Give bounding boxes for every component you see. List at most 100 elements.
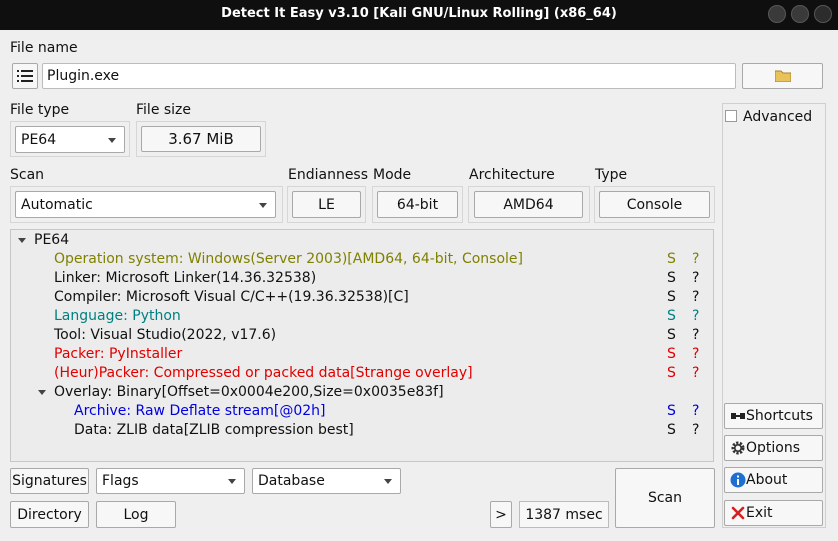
type-label: Type [595,167,628,183]
tree-item-text: Archive: Raw Deflate stream[@02h] [74,403,326,419]
signature-s-link[interactable]: S [667,422,676,438]
flags-label: Flags [102,473,139,489]
file-name-input[interactable]: Plugin.exe [42,63,736,89]
endianness-label: Endianness [288,167,369,183]
scan-button[interactable]: Scan [615,468,715,528]
exit-button[interactable]: Exit [724,500,823,526]
tree-item-text: Packer: PyInstaller [54,346,183,362]
signature-s-link[interactable]: S [667,327,676,343]
tree-item[interactable]: Language: Python S? [11,308,713,327]
tree-item[interactable]: Operation system: Windows(Server 2003)[A… [11,251,713,270]
tree-item-text: Tool: Visual Studio(2022, v17.6) [54,327,277,343]
folder-icon [775,70,791,82]
maximize-button[interactable] [791,5,809,23]
expand-caret-icon[interactable] [18,238,26,243]
chevron-down-icon [384,479,392,484]
scan-time: 1387 msec [519,501,609,528]
info-q-link[interactable]: ? [692,308,699,324]
architecture-button[interactable]: AMD64 [474,191,583,218]
result-tree[interactable]: PE64 Operation system: Windows(Server 20… [10,229,714,462]
exit-icon [731,506,745,520]
tree-item[interactable]: Compiler: Microsoft Visual C/C++(19.36.3… [11,289,713,308]
chevron-down-icon [108,138,116,143]
tree-root-label: PE64 [34,232,70,248]
title-bar: Detect It Easy v3.10 [Kali GNU/Linux Rol… [0,0,838,30]
tree-item-text: Operation system: Windows(Server 2003)[A… [54,251,523,267]
scan-label: Scan [10,167,45,183]
file-type-select[interactable]: PE64 [15,126,125,153]
scan-select[interactable]: Automatic [15,191,276,218]
signature-s-link[interactable]: S [667,251,676,267]
file-size-label: File size [136,102,192,118]
tree-item[interactable]: Packer: PyInstaller S? [11,346,713,365]
signature-s-link[interactable]: S [667,403,676,419]
chevron-down-icon [228,479,236,484]
chevron-down-icon [259,203,267,208]
shortcuts-label: Shortcuts [746,408,813,424]
close-button[interactable] [814,5,832,23]
file-size-button[interactable]: 3.67 MiB [141,126,261,152]
info-q-link[interactable]: ? [692,403,699,419]
flags-select[interactable]: Flags [96,468,245,494]
directory-button[interactable]: Directory [10,501,89,528]
database-select[interactable]: Database [252,468,401,494]
file-type-label: File type [10,102,70,118]
exit-label: Exit [746,505,773,521]
mode-button[interactable]: 64-bit [377,191,458,218]
file-name-label: File name [10,40,78,56]
mode-label: Mode [373,167,412,183]
info-q-link[interactable]: ? [692,270,699,286]
shortcuts-icon [731,413,745,419]
options-button[interactable]: Options [724,435,823,461]
info-q-link[interactable]: ? [692,346,699,362]
info-q-link[interactable]: ? [692,289,699,305]
more-button[interactable]: > [490,501,512,528]
signature-s-link[interactable]: S [667,308,676,324]
minimize-button[interactable] [768,5,786,23]
shortcuts-button[interactable]: Shortcuts [724,403,823,429]
side-panel [722,103,826,528]
tree-item[interactable]: (Heur)Packer: Compressed or packed data[… [11,365,713,384]
options-label: Options [746,440,801,456]
tree-item-text: Linker: Microsoft Linker(14.36.32538) [54,270,317,286]
info-icon [730,472,746,488]
info-q-link[interactable]: ? [692,365,699,381]
scan-value: Automatic [21,197,93,213]
tree-item-text: Data: ZLIB data[ZLIB compression best] [74,422,354,438]
tree-item[interactable]: Linker: Microsoft Linker(14.36.32538) S? [11,270,713,289]
tree-item-text: Compiler: Microsoft Visual C/C++(19.36.3… [54,289,409,305]
info-q-link[interactable]: ? [692,327,699,343]
tree-root[interactable]: PE64 [11,232,713,251]
tree-item-text: Language: Python [54,308,181,324]
tree-item[interactable]: Tool: Visual Studio(2022, v17.6) S? [11,327,713,346]
file-name-value: Plugin.exe [47,68,120,84]
open-file-button[interactable] [742,63,823,89]
signature-s-link[interactable]: S [667,270,676,286]
tree-item[interactable]: Overlay: Binary[Offset=0x0004e200,Size=0… [11,384,713,403]
signature-s-link[interactable]: S [667,365,676,381]
about-button[interactable]: About [724,467,823,493]
signature-s-link[interactable]: S [667,346,676,362]
signature-s-link[interactable]: S [667,289,676,305]
info-q-link[interactable]: ? [692,251,699,267]
tree-item-text: Overlay: Binary[Offset=0x0004e200,Size=0… [54,384,444,400]
menu-button[interactable] [12,63,38,89]
tree-item[interactable]: Data: ZLIB data[ZLIB compression best] S? [11,422,713,441]
menu-list-icon [17,70,33,82]
info-q-link[interactable]: ? [692,422,699,438]
window-title: Detect It Easy v3.10 [Kali GNU/Linux Rol… [221,6,617,21]
advanced-checkbox[interactable] [725,110,737,122]
database-label: Database [258,473,325,489]
log-button[interactable]: Log [96,501,176,528]
tree-item-text: (Heur)Packer: Compressed or packed data[… [54,365,473,381]
type-button[interactable]: Console [599,191,710,218]
expand-caret-icon[interactable] [38,390,46,395]
signatures-button[interactable]: Signatures [10,468,89,494]
about-label: About [746,472,788,488]
architecture-label: Architecture [469,167,555,183]
gear-icon [731,441,745,455]
advanced-label: Advanced [743,109,813,125]
file-type-value: PE64 [21,132,57,148]
endianness-button[interactable]: LE [292,191,361,218]
tree-item[interactable]: Archive: Raw Deflate stream[@02h] S? [11,403,713,422]
